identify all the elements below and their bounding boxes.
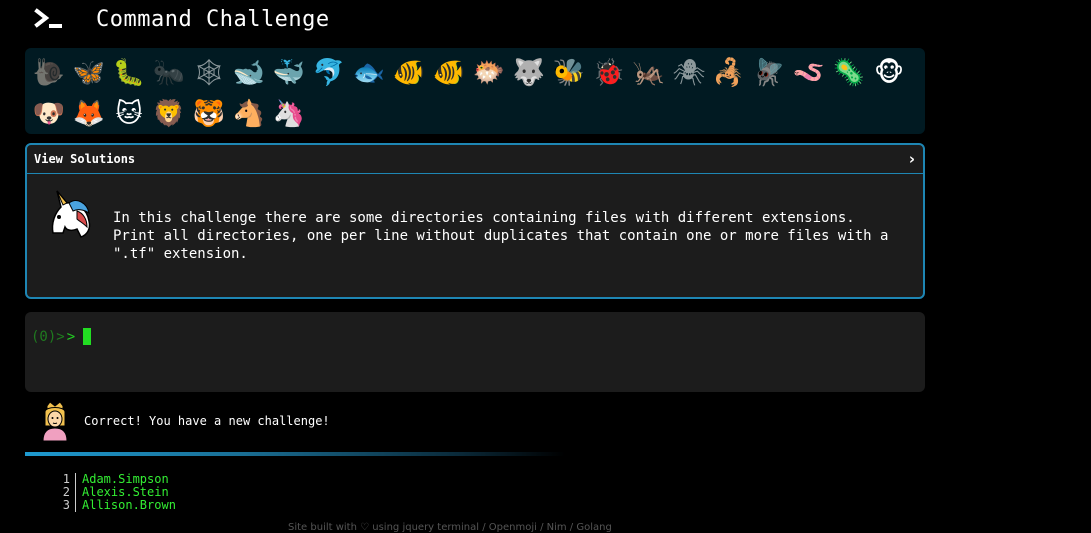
chevron-right-icon[interactable]: › <box>909 150 915 168</box>
fly-icon[interactable]: 🪰 <box>749 53 789 93</box>
unicorn-icon[interactable]: 🦄 <box>269 94 309 134</box>
wolf-icon[interactable]: 🐺 <box>509 53 549 93</box>
terminal-cursor[interactable] <box>83 328 92 345</box>
horse-icon[interactable]: 🐴 <box>229 94 269 134</box>
monkey-icon[interactable]: 🐵 <box>869 53 909 93</box>
bug-icon[interactable]: 🐛 <box>109 53 149 93</box>
footer: Site built with ♡ using jquery terminal … <box>288 522 612 533</box>
lady-beetle-icon[interactable]: 🐞 <box>589 53 629 93</box>
cat-icon[interactable]: 🐱 <box>109 94 149 134</box>
whale-2-icon[interactable]: 🐳 <box>269 53 309 93</box>
butterfly-icon[interactable]: 🦋 <box>69 53 109 93</box>
challenge-description: In this challenge there are some directo… <box>113 210 889 262</box>
cricket-icon[interactable]: 🦗 <box>629 53 669 93</box>
page-title: Command Challenge <box>96 6 330 32</box>
terminal-prompt-icon[interactable] <box>34 8 64 30</box>
output-line: 3 Allison.Brown <box>50 499 176 512</box>
fish-icon[interactable]: 🐟 <box>349 53 389 93</box>
view-solutions-label: View Solutions <box>34 152 136 166</box>
fish-2-icon[interactable]: 🐠 <box>389 53 429 93</box>
tiger-icon[interactable]: 🐯 <box>189 94 229 134</box>
terminal[interactable]: (0)> > <box>25 312 925 392</box>
header: Command Challenge <box>34 0 330 34</box>
unicorn-icon <box>51 190 91 238</box>
princess-icon <box>42 401 68 442</box>
whale-icon[interactable]: 🐋 <box>229 53 269 93</box>
worm-icon[interactable]: 🪱 <box>789 53 829 93</box>
tropical-fish-icon[interactable]: 🐠 <box>429 53 469 93</box>
scorpion-icon[interactable]: 🦂 <box>709 53 749 93</box>
feedback-text: Correct! You have a new challenge! <box>84 414 330 428</box>
prompt-counter: (0)> <box>31 328 65 345</box>
divider-line <box>25 452 565 456</box>
terminal-prompt[interactable]: (0)> > <box>31 328 92 345</box>
prompt-arrow: > <box>66 328 76 345</box>
spider-icon[interactable]: 🕷 <box>669 53 709 93</box>
blowfish-icon[interactable]: 🐡 <box>469 53 509 93</box>
fox-icon[interactable]: 🦊 <box>69 94 109 134</box>
challenge-selector-bar: 🐌 🦋 🐛 🐜 🕸 🐋 🐳 🐬 🐟 🐠 🐠 🐡 🐺 🐝 🐞 🦗 🕷 🦂 🪰 🪱 🦠 🐵 🐶 🦊 🐱 🦁 🐯 🐴 🦄 <box>25 48 925 134</box>
bee-icon[interactable]: 🐝 <box>549 53 589 93</box>
lion-icon[interactable]: 🦁 <box>149 94 189 134</box>
command-output: 1 Adam.Simpson 2 Alexis.Stein 3 Allison.Brown <box>50 473 176 512</box>
snail-icon[interactable]: 🐌 <box>29 53 69 93</box>
line-number: 3 <box>50 499 76 512</box>
view-solutions-toggle[interactable]: View Solutions › <box>27 145 923 174</box>
dog-icon[interactable]: 🐶 <box>29 94 69 134</box>
dolphin-icon[interactable]: 🐬 <box>309 53 349 93</box>
solution-panel: View Solutions › In this challenge there… <box>25 143 925 299</box>
feedback-message: Correct! You have a new challenge! <box>38 400 330 442</box>
ant-icon[interactable]: 🐜 <box>149 53 189 93</box>
spider-web-icon[interactable]: 🕸 <box>189 53 229 93</box>
microbe-icon[interactable]: 🦠 <box>829 53 869 93</box>
line-text: Allison.Brown <box>82 498 176 512</box>
